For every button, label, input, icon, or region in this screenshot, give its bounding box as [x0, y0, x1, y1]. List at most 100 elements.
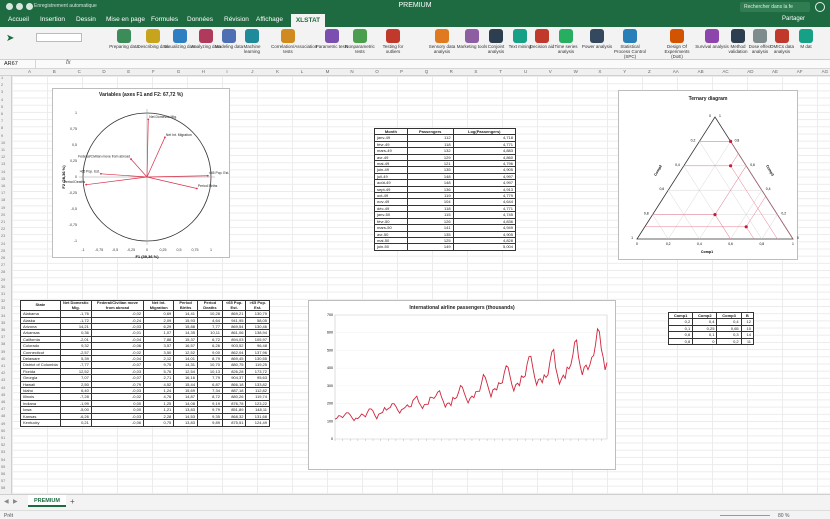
ribbon-button-6[interactable]: Correlation/Association tests: [271, 29, 317, 54]
row-47[interactable]: 47: [1, 407, 5, 411]
col-G[interactable]: G: [177, 69, 181, 74]
name-box[interactable]: AR67: [2, 60, 36, 69]
col-R[interactable]: R: [450, 69, 453, 74]
ribbon-button-9[interactable]: Testing for outliers: [376, 29, 410, 54]
row-56[interactable]: 56: [1, 472, 5, 476]
row-34[interactable]: 34: [1, 314, 5, 318]
table-row[interactable]: Kentucky 0,21 -0,06 0,75 13,83 9,89 875,51 124,…: [20, 419, 270, 427]
row-18[interactable]: 18: [1, 198, 5, 202]
row-21[interactable]: 21: [1, 220, 5, 224]
col-B[interactable]: B: [53, 69, 56, 74]
col-X[interactable]: X: [598, 69, 601, 74]
col-A[interactable]: A: [28, 69, 31, 74]
row-6[interactable]: 6: [1, 112, 3, 116]
row-11[interactable]: 11: [1, 148, 5, 152]
row-52[interactable]: 52: [1, 443, 5, 447]
table-cell[interactable]: 11: [740, 337, 755, 346]
row-50[interactable]: 50: [1, 429, 5, 433]
row-32[interactable]: 32: [1, 299, 5, 303]
col-Z[interactable]: Z: [648, 69, 651, 74]
row-36[interactable]: 36: [1, 328, 5, 332]
col-W[interactable]: W: [574, 69, 578, 74]
tab-7[interactable]: Affichage: [256, 16, 283, 23]
ribbon-button-15[interactable]: Time series analysis: [549, 29, 583, 54]
row-19[interactable]: 19: [1, 206, 5, 210]
table-cell[interactable]: 0,21: [59, 419, 92, 427]
share-button[interactable]: Partager: [782, 16, 805, 22]
row-58[interactable]: 58: [1, 486, 5, 490]
tab-6[interactable]: Révision: [224, 16, 249, 23]
ribbon-name-field[interactable]: [36, 33, 82, 42]
row-38[interactable]: 38: [1, 342, 5, 346]
sheet-tab-premium[interactable]: PREMIUM: [28, 495, 66, 507]
zoom-slider[interactable]: [720, 515, 770, 516]
table-cell[interactable]: 9,89: [196, 419, 223, 427]
col-AE[interactable]: AE: [772, 69, 778, 74]
table-cell[interactable]: 124,49: [245, 419, 270, 427]
tab-4[interactable]: Formules: [151, 16, 178, 23]
row-44[interactable]: 44: [1, 386, 5, 390]
table-cell[interactable]: 0,75: [143, 419, 175, 427]
row-53[interactable]: 53: [1, 450, 5, 454]
row-3[interactable]: 3: [1, 90, 3, 94]
table-cell[interactable]: 149: [406, 243, 454, 251]
col-M[interactable]: M: [326, 69, 330, 74]
account-icon[interactable]: [815, 2, 825, 12]
ribbon-button-23[interactable]: M dat: [789, 29, 823, 49]
ribbon-button-8[interactable]: Nonparametric tests: [343, 29, 377, 54]
row-39[interactable]: 39: [1, 350, 5, 354]
row-17[interactable]: 17: [1, 191, 5, 195]
col-AF[interactable]: AF: [797, 69, 803, 74]
col-AG[interactable]: AG: [822, 69, 829, 74]
row-10[interactable]: 10: [1, 141, 5, 145]
row-2[interactable]: 2: [1, 83, 3, 87]
row-43[interactable]: 43: [1, 378, 5, 382]
table-cell[interactable]: Kentucky: [20, 419, 61, 427]
tab-2[interactable]: Dessin: [76, 16, 96, 23]
row-33[interactable]: 33: [1, 306, 5, 310]
row-30[interactable]: 30: [1, 285, 5, 289]
col-I[interactable]: I: [226, 69, 227, 74]
tab-0[interactable]: Accueil: [8, 16, 29, 23]
tab-8[interactable]: XLSTAT: [291, 14, 325, 27]
col-H[interactable]: H: [202, 69, 205, 74]
col-T[interactable]: T: [499, 69, 502, 74]
row-31[interactable]: 31: [1, 292, 5, 296]
ribbon-button-16[interactable]: Power analysis: [580, 29, 614, 49]
table-cell[interactable]: 13,83: [173, 419, 198, 427]
ribbon-button-17[interactable]: Statistical Process Control (SPC): [613, 29, 647, 59]
row-22[interactable]: 22: [1, 227, 5, 231]
row-37[interactable]: 37: [1, 335, 5, 339]
col-V[interactable]: V: [549, 69, 552, 74]
row-15[interactable]: 15: [1, 177, 5, 181]
tab-3[interactable]: Mise en page: [106, 16, 145, 23]
col-J[interactable]: J: [251, 69, 253, 74]
col-N[interactable]: N: [350, 69, 353, 74]
search-input[interactable]: Rechercher dans la fe: [740, 2, 810, 12]
table-cell[interactable]: District of Columbia: [20, 361, 61, 369]
row-45[interactable]: 45: [1, 393, 5, 397]
table-row[interactable]: juin-50 149 5,004: [374, 243, 517, 251]
row-1[interactable]: 1: [1, 76, 3, 80]
row-41[interactable]: 41: [1, 364, 5, 368]
row-27[interactable]: 27: [1, 263, 5, 267]
col-U[interactable]: U: [524, 69, 527, 74]
row-46[interactable]: 46: [1, 400, 5, 404]
col-K[interactable]: K: [276, 69, 279, 74]
col-F[interactable]: F: [152, 69, 155, 74]
row-57[interactable]: 57: [1, 479, 5, 483]
ternary-chart[interactable]: Ternary diagram 0 0 0 0,2 0,2 0,2 0,4 0,4 0,4 0,6…: [618, 90, 799, 260]
row-42[interactable]: 42: [1, 371, 5, 375]
col-AD[interactable]: AD: [747, 69, 753, 74]
col-O[interactable]: O: [375, 69, 379, 74]
pca-chart[interactable]: Variables (axes F1 and F2: 67,72 %) -1 -0…: [52, 88, 230, 259]
col-S[interactable]: S: [474, 69, 477, 74]
col-L[interactable]: L: [301, 69, 304, 74]
ribbon-button-10[interactable]: Sensory data analysis: [425, 29, 459, 54]
row-24[interactable]: 24: [1, 242, 5, 246]
row-8[interactable]: 8: [1, 126, 3, 130]
col-AC[interactable]: AC: [722, 69, 728, 74]
row-51[interactable]: 51: [1, 436, 5, 440]
col-AA[interactable]: AA: [673, 69, 679, 74]
row-7[interactable]: 7: [1, 119, 3, 123]
